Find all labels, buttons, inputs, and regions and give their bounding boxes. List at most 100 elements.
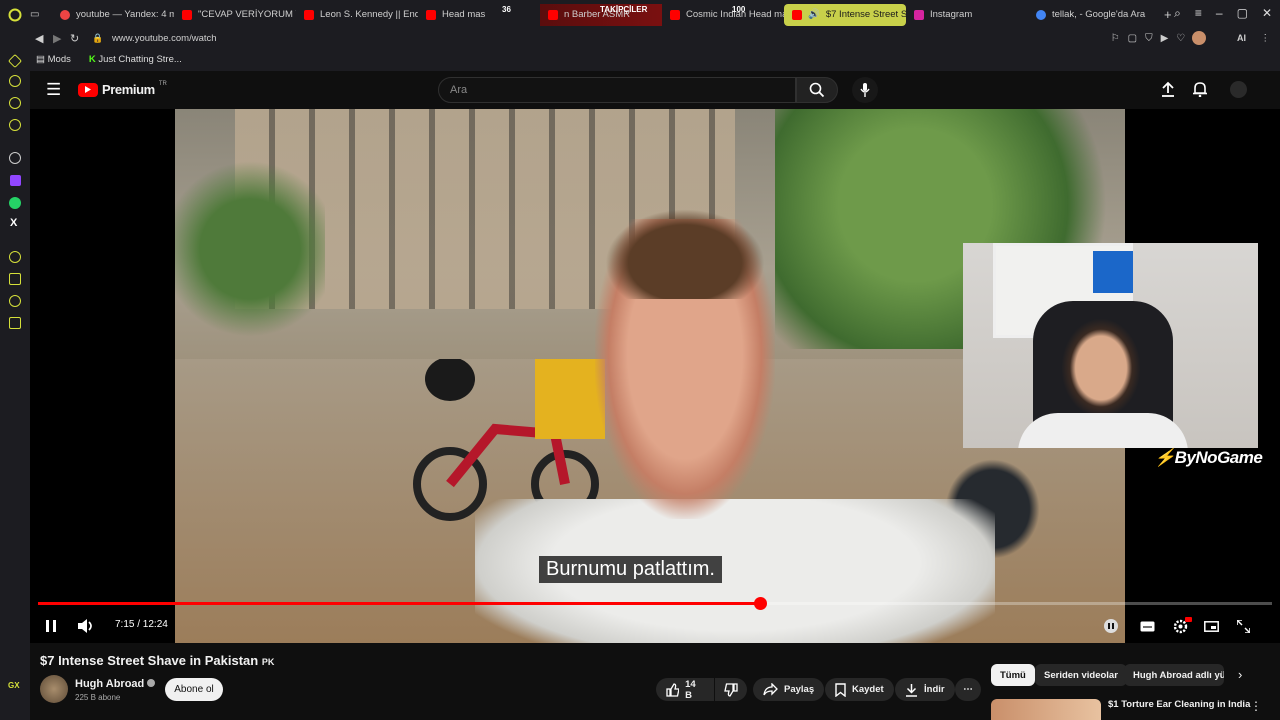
hd-badge-icon [1185, 617, 1192, 622]
tab-head-massage[interactable]: Head mas [418, 4, 540, 26]
close-icon[interactable]: ✕ [1262, 6, 1272, 21]
profile-avatar[interactable] [1192, 31, 1206, 45]
tab-cevap[interactable]: "CEVAP VERİYORUM YA [174, 4, 296, 26]
sidebar-app-icon[interactable] [9, 251, 21, 263]
kick-icon: K [88, 53, 96, 65]
save-button[interactable]: Kaydet [825, 678, 894, 701]
sidebar-app-icon[interactable] [9, 273, 21, 285]
hamburger-menu-icon[interactable]: ☰ [46, 80, 61, 100]
whatsapp-icon[interactable] [9, 197, 21, 209]
blue-box [1093, 251, 1133, 293]
recommended-more-icon[interactable]: ⋮ [1250, 699, 1262, 713]
account-avatar[interactable] [1230, 81, 1247, 98]
tab-overview-icon[interactable]: ▭ [30, 9, 52, 20]
thumbs-up-icon [666, 682, 680, 697]
twitch-icon[interactable] [10, 175, 21, 186]
search-icon [809, 82, 825, 98]
search-tabs-icon[interactable]: ⌕ [1174, 6, 1181, 21]
video-player[interactable]: ⚡ByNoGame Burnumu patlattım. 7:15 / 12:2… [30, 109, 1280, 643]
progress-bar[interactable] [38, 597, 1272, 610]
forward-icon[interactable]: ▶ [53, 32, 61, 45]
tab-instagram[interactable]: Instagram [906, 4, 1028, 26]
pause-icon [46, 620, 56, 632]
presenter-hair [605, 209, 765, 299]
sidebar-app-icon[interactable] [9, 317, 21, 329]
sidebar-app-icon[interactable] [9, 295, 21, 307]
streamer-shirt [1018, 413, 1188, 448]
upload-icon[interactable] [1161, 81, 1175, 97]
subtitle-caption: Burnumu patlattım. [539, 556, 722, 583]
search-input[interactable]: Ara [438, 77, 796, 103]
x-icon[interactable]: X [10, 217, 17, 229]
microphone-icon[interactable] [852, 77, 878, 103]
tab-current-video[interactable]: 🔊$7 Intense Street Shav [784, 3, 906, 26]
fullscreen-icon [1236, 619, 1250, 633]
like-button[interactable]: 14 B [656, 678, 714, 701]
subtitles-button[interactable] [1137, 616, 1157, 636]
bookmark-mods[interactable]: ▤ Mods [36, 54, 71, 65]
instagram-icon [914, 9, 924, 20]
share-icon [763, 683, 778, 696]
window-controls: ⌕ ≡ – ▢ ✕ [1174, 6, 1272, 21]
autoplay-icon [1104, 619, 1118, 633]
subscriber-count: 225 B abone [75, 693, 121, 702]
chip-all[interactable]: Tümü [991, 664, 1035, 686]
streamer-webcam [963, 243, 1258, 448]
channel-name[interactable]: Hugh Abroad [75, 678, 156, 690]
opera-logo-icon[interactable] [0, 0, 30, 29]
dislike-button[interactable] [715, 678, 747, 701]
tab-yandex[interactable]: youtube — Yandex: 4 mi [52, 4, 174, 26]
search-button[interactable] [796, 77, 838, 103]
miniplayer-button[interactable] [1201, 616, 1221, 636]
chevron-right-icon[interactable]: › [1238, 667, 1242, 682]
ai-label[interactable]: AI [1237, 33, 1246, 43]
menu-icon[interactable]: ≡ [1195, 6, 1202, 21]
stream-stat-label: TAKİPÇİLER [600, 5, 648, 14]
sidebar-app-icon[interactable] [9, 75, 21, 87]
sidebar-app-icon[interactable] [9, 119, 21, 131]
more-icon[interactable]: ⋮ [1261, 33, 1271, 44]
youtube-icon [182, 9, 192, 20]
pause-button[interactable] [41, 616, 61, 636]
tab-leon[interactable]: Leon S. Kennedy || End [296, 4, 418, 26]
autoplay-toggle[interactable] [1101, 616, 1121, 636]
verified-check-icon [147, 679, 156, 687]
video-title: $7 Intense Street Shave in Pakistan PK [40, 653, 275, 668]
minimize-icon[interactable]: – [1216, 6, 1223, 21]
settings-icon[interactable] [9, 152, 21, 164]
url-field[interactable]: www.youtube.com/watch [112, 33, 217, 44]
streamer-face [1061, 318, 1141, 418]
share-button[interactable]: Paylaş [753, 678, 825, 701]
opera-sidebar: X GX [0, 47, 30, 720]
settings-button[interactable] [1170, 616, 1192, 636]
youtube-icon [792, 9, 802, 20]
maximize-icon[interactable]: ▢ [1237, 6, 1248, 21]
aria-icon[interactable] [7, 53, 23, 69]
subscribe-button[interactable]: Abone ol [165, 678, 223, 701]
download-button[interactable]: İndir [895, 678, 955, 701]
more-horizontal-icon: ⋯ [963, 684, 973, 695]
folder-icon: ▤ [36, 53, 45, 65]
sidebar-app-icon[interactable] [9, 97, 21, 109]
tab-cosmic[interactable]: Cosmic Indian Head mas [662, 4, 784, 26]
youtube-premium-logo[interactable]: Premium TR [78, 81, 167, 97]
more-actions-button[interactable]: ⋯ [955, 678, 981, 701]
miniplayer-icon [1203, 620, 1219, 632]
recommended-title[interactable]: $1 Torture Ear Cleaning in India [1108, 699, 1250, 710]
opera-gx-icon[interactable]: GX [8, 681, 20, 690]
chip-series-videos[interactable]: Seriden videolar [1035, 664, 1127, 686]
fullscreen-button[interactable] [1233, 616, 1253, 636]
youtube-icon [548, 9, 558, 20]
notifications-bell-icon[interactable] [1193, 81, 1207, 97]
bookmark-icon [835, 682, 846, 697]
reload-icon[interactable]: ↻ [70, 32, 79, 45]
stream-stat-a: 36 [502, 5, 511, 14]
chip-channel-uploads[interactable]: Hugh Abroad adlı yük [1124, 664, 1224, 686]
tab-google[interactable]: tellak, - Google'da Ara [1028, 4, 1158, 26]
channel-avatar[interactable] [40, 675, 68, 703]
recommended-thumbnail[interactable] [991, 699, 1101, 720]
progress-played [38, 602, 760, 605]
bookmark-just-chatting[interactable]: K Just Chatting Stre... [89, 54, 182, 65]
volume-button[interactable] [76, 616, 96, 636]
back-icon[interactable]: ◀ [35, 32, 43, 45]
